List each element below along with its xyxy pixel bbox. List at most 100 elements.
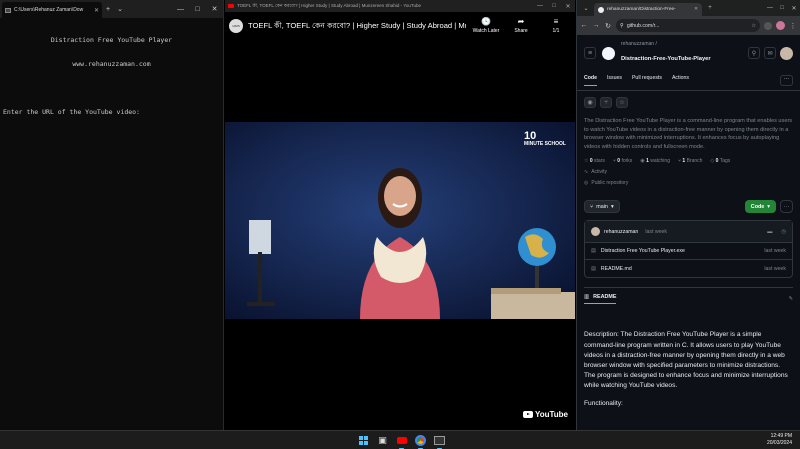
commit-message-toggle-icon[interactable]: ▬ — [767, 229, 772, 235]
site-info-icon[interactable]: ⚲ — [620, 23, 624, 29]
share-button[interactable]: ➦ Share — [506, 17, 536, 35]
close-tab-icon[interactable]: ✕ — [694, 7, 698, 12]
new-tab-button[interactable]: + — [102, 6, 114, 13]
watching-count[interactable]: ◉ 1 watching — [640, 158, 670, 164]
readme-tab[interactable]: ▥ README — [584, 294, 617, 305]
fork-icon[interactable]: ⑂ — [600, 97, 612, 108]
youtube-play-icon — [522, 411, 533, 418]
code-button[interactable]: Code ▾ — [744, 200, 776, 214]
latest-commit-row[interactable]: rehanuzzaman last week ▬ ◷ — [585, 221, 792, 244]
file-name[interactable]: Distraction Free YouTube Player.exe — [601, 248, 685, 254]
browser-tab-github[interactable]: rehanuzzaman/Distraction-Free- ✕ — [594, 3, 702, 16]
stars-count[interactable]: ☆ 0 stars — [584, 158, 605, 164]
commit-time: last week — [645, 228, 667, 235]
reload-icon[interactable]: ↻ — [604, 22, 612, 30]
hamburger-menu-icon[interactable]: ≡ — [584, 47, 596, 59]
tag-icon: ◇ — [710, 158, 715, 165]
lamp-icon — [249, 220, 271, 254]
extensions-icon[interactable] — [764, 21, 772, 30]
branch-count[interactable]: ⑂ 1 Branch — [678, 158, 702, 164]
close-button[interactable]: ✕ — [206, 0, 223, 18]
forward-icon[interactable]: → — [592, 22, 600, 29]
watch-icon[interactable]: ◉ — [584, 97, 596, 108]
branch-row: ⑂ main ▾ Code ▾ ··· — [584, 200, 793, 214]
more-options-button[interactable]: ··· — [780, 200, 793, 214]
repo-content: ◉ ⑂ ☆ The Distraction Free YouTube Playe… — [577, 91, 800, 316]
commit-author[interactable]: rehanuzzaman — [604, 229, 638, 235]
pulse-icon: ∿ — [584, 169, 589, 176]
history-icon[interactable]: ◷ — [781, 229, 786, 235]
repo-breadcrumb: rehanuzzaman / Distraction-Free-YouTube-… — [621, 41, 711, 65]
task-view-icon[interactable]: ▣ — [375, 433, 390, 448]
visibility-text: Public repository — [591, 180, 629, 187]
channel-avatar[interactable]: 10MS — [229, 19, 243, 33]
program-website: www.rehanuzzaman.com — [72, 60, 151, 68]
tab-dropdown-button[interactable]: ⌄ — [114, 5, 126, 13]
desktop: C:\Users\Rehanuz Zaman\Dow ✕ + ⌄ — □ ✕ D… — [0, 0, 800, 449]
file-icon: ▤ — [591, 248, 596, 255]
repo-name-link[interactable]: Distraction-Free-YouTube-Player — [621, 56, 711, 62]
minimize-button[interactable]: — — [533, 3, 547, 10]
commit-author-avatar[interactable] — [591, 227, 600, 237]
playlist-button[interactable]: ≡ 1/1 — [541, 17, 571, 35]
chrome-icon[interactable] — [413, 433, 428, 449]
github-logo-icon[interactable] — [602, 46, 615, 60]
close-button[interactable]: ✕ — [561, 3, 575, 10]
url-field[interactable]: ⚲ github.com/r... ☆ — [616, 19, 760, 32]
youtube-window[interactable]: TOEFL কী, TOEFL কেন করবো? | Higher Study… — [225, 0, 575, 430]
start-button[interactable] — [356, 433, 371, 448]
readme-functionality-heading: Functionality: — [584, 399, 623, 407]
terminal-app-icon[interactable] — [432, 433, 447, 449]
tab-pull-requests[interactable]: Pull requests — [632, 75, 662, 86]
file-name[interactable]: README.md — [601, 266, 632, 272]
tab-actions[interactable]: Actions — [672, 75, 689, 86]
watch-later-button[interactable]: 🕓 Watch Later — [471, 18, 501, 35]
maximize-button[interactable]: □ — [189, 0, 206, 18]
activity-label: Activity — [591, 169, 608, 176]
forks-count[interactable]: ⑂ 0 forks — [613, 158, 632, 164]
star-icon[interactable]: ☆ — [616, 97, 628, 108]
share-icon: ➦ — [517, 17, 525, 26]
activity-link[interactable]: ∿ Activity — [584, 169, 793, 175]
youtube-app-icon[interactable] — [394, 433, 409, 449]
video-title[interactable]: TOEFL কী, TOEFL কেন করবো? | Higher Study… — [248, 20, 466, 33]
profile-avatar[interactable] — [776, 21, 785, 30]
system-clock[interactable]: 12:49 PM 20/03/2024 — [767, 433, 792, 447]
tab-issues[interactable]: Issues — [607, 75, 622, 86]
terminal-tab[interactable]: C:\Users\Rehanuz Zaman\Dow ✕ — [2, 2, 102, 18]
close-button[interactable]: ✕ — [788, 5, 800, 12]
bookmark-star-icon[interactable]: ☆ — [751, 23, 756, 29]
chevron-down-icon: ▾ — [610, 203, 614, 210]
youtube-logo[interactable]: YouTube — [522, 410, 568, 419]
terminal-window[interactable]: C:\Users\Rehanuz Zaman\Dow ✕ + ⌄ — □ ✕ D… — [0, 0, 224, 430]
new-tab-button[interactable]: + — [704, 5, 716, 11]
back-icon[interactable]: ← — [580, 22, 588, 29]
tag-count[interactable]: ◇ 0 Tags — [710, 158, 730, 164]
minimize-button[interactable]: — — [172, 0, 189, 18]
playlist-icon: ≡ — [553, 17, 559, 26]
youtube-logo-text: YouTube — [534, 410, 568, 419]
file-row[interactable]: ▤ Distraction Free YouTube Player.exe la… — [585, 243, 792, 261]
file-row[interactable]: ▤ README.md last week — [585, 260, 792, 277]
terminal-output[interactable]: Distraction Free YouTube Player www.reha… — [0, 18, 223, 134]
browser-menu-icon[interactable]: ⋮ — [789, 22, 797, 30]
youtube-window-title: TOEFL কী, TOEFL কেন করবো? | Higher Study… — [237, 2, 422, 8]
minimize-button[interactable]: — — [764, 5, 776, 12]
video-frame[interactable]: 10 MINUTE SCHOOL — [225, 122, 575, 319]
edit-pencil-icon[interactable]: ✎ — [788, 296, 793, 302]
browser-window[interactable]: ⌄ rehanuzzaman/Distraction-Free- ✕ + — □… — [576, 0, 800, 430]
tab-search-icon[interactable]: ⌄ — [580, 5, 592, 12]
branch-selector[interactable]: ⑂ main ▾ — [584, 200, 620, 214]
youtube-video-header: 10MS TOEFL কী, TOEFL কেন করবো? | Higher … — [225, 12, 575, 40]
close-tab-icon[interactable]: ✕ — [94, 7, 99, 14]
repo-owner-link[interactable]: rehanuzzaman / — [621, 41, 711, 47]
maximize-button[interactable]: □ — [776, 5, 788, 12]
maximize-button[interactable]: □ — [547, 3, 561, 10]
user-avatar[interactable] — [780, 46, 793, 60]
inbox-icon[interactable]: ✉ — [764, 47, 776, 59]
file-list: rehanuzzaman last week ▬ ◷ ▤ Distraction… — [584, 220, 793, 279]
tab-code[interactable]: Code — [584, 75, 597, 86]
search-icon[interactable]: ⚲ — [748, 47, 760, 59]
terminal-window-controls: — □ ✕ — [172, 0, 223, 18]
more-tabs-button[interactable]: ··· — [779, 75, 793, 86]
